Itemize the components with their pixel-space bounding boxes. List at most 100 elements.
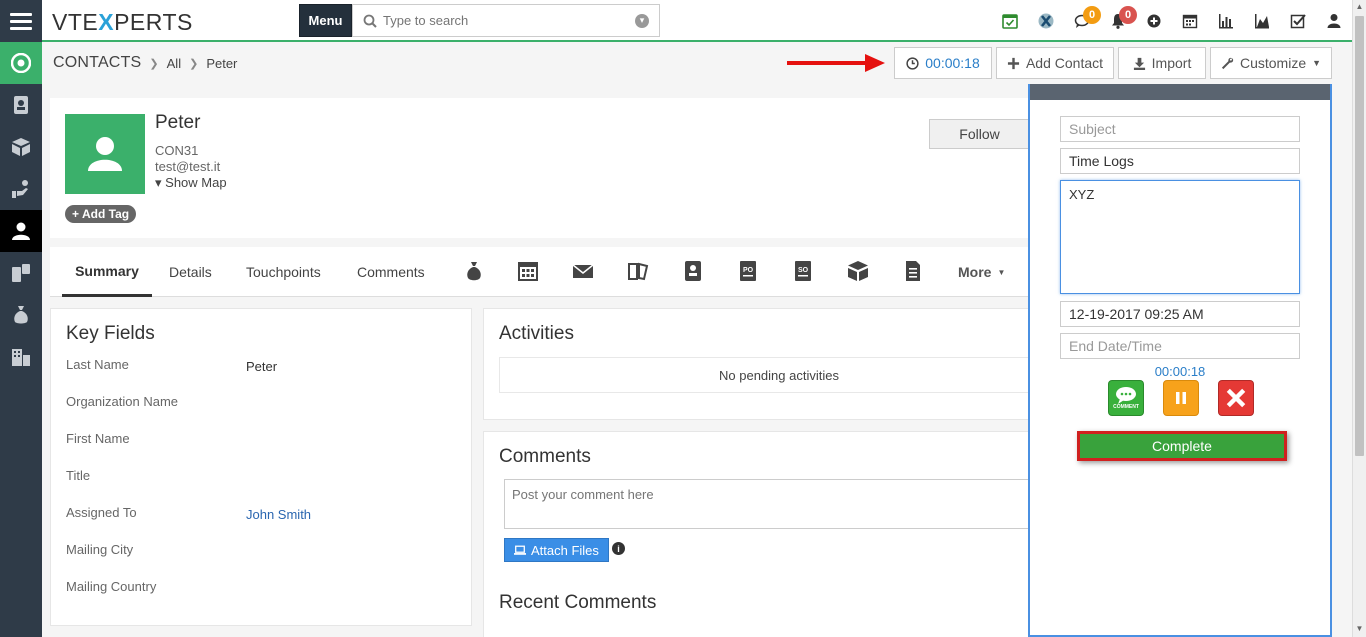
- vtexperts-icon[interactable]: [1028, 0, 1064, 42]
- home-icon[interactable]: [0, 42, 42, 84]
- end-datetime-input[interactable]: [1060, 333, 1300, 359]
- contact-code: CON31: [155, 143, 199, 158]
- envelope-icon[interactable]: [571, 259, 595, 283]
- scroll-up-icon[interactable]: ▲: [1353, 0, 1366, 14]
- show-map-link[interactable]: ▾ Show Map: [155, 175, 227, 191]
- field-label: Title: [66, 468, 91, 483]
- support-hand-icon[interactable]: [0, 168, 42, 210]
- breadcrumb-filter[interactable]: All: [167, 56, 181, 71]
- bell-icon[interactable]: 0: [1100, 0, 1137, 42]
- projects-icon[interactable]: [0, 252, 42, 294]
- start-datetime-input[interactable]: [1060, 301, 1300, 327]
- subject-input[interactable]: [1060, 116, 1300, 142]
- chevron-right-icon: ❯: [149, 57, 159, 70]
- breadcrumb-record: Peter: [206, 55, 238, 71]
- search-icon: [363, 14, 377, 28]
- time-log-panel-header: [1030, 84, 1330, 100]
- contact-person-icon[interactable]: [0, 210, 42, 252]
- download-icon: [1133, 57, 1145, 70]
- breadcrumb: CONTACTS ❯ All ❯ Peter: [53, 54, 237, 72]
- field-label: Organization Name: [66, 394, 178, 409]
- add-contact-button[interactable]: Add Contact: [996, 47, 1114, 79]
- left-sidebar: [0, 0, 42, 637]
- field-label: Assigned To: [66, 505, 137, 520]
- wrench-icon: [1221, 57, 1234, 69]
- description-textarea[interactable]: XYZ: [1060, 180, 1300, 294]
- scroll-down-icon[interactable]: ▼: [1353, 622, 1366, 636]
- caret-down-icon: ▼: [997, 267, 1006, 277]
- checkbox-icon[interactable]: [1280, 0, 1316, 42]
- plus-icon: +: [72, 207, 80, 221]
- hamburger-menu-icon[interactable]: [0, 0, 42, 42]
- breadcrumb-module[interactable]: CONTACTS: [53, 54, 141, 72]
- scroll-thumb[interactable]: [1355, 16, 1364, 456]
- inventory-box-icon[interactable]: [0, 126, 42, 168]
- no-activities-message: No pending activities: [499, 357, 1059, 393]
- tickets-icon[interactable]: [626, 259, 650, 283]
- search-dropdown-icon[interactable]: ▾: [635, 13, 649, 28]
- sales-order-icon[interactable]: SO: [791, 259, 815, 283]
- time-log-panel: XYZ 00:00:18 COMMENT Complete: [1028, 84, 1332, 637]
- complete-button[interactable]: Complete: [1077, 431, 1287, 461]
- customize-dropdown-button[interactable]: Customize ▼: [1210, 47, 1332, 79]
- organization-building-icon[interactable]: [0, 336, 42, 378]
- plus-icon: [1007, 57, 1020, 69]
- add-tag-button[interactable]: + Add Tag: [65, 205, 137, 223]
- menu-button[interactable]: Menu: [299, 4, 352, 37]
- tab-comments[interactable]: Comments: [357, 247, 425, 297]
- pause-icon: [1176, 392, 1186, 404]
- field-label: First Name: [66, 431, 130, 446]
- last-name-value[interactable]: Peter: [246, 359, 277, 374]
- key-fields-title: Key Fields: [66, 323, 155, 344]
- follow-button[interactable]: Follow: [929, 119, 1030, 149]
- contact-book-icon[interactable]: [681, 259, 705, 283]
- time-log-timer: 00:00:18: [1154, 364, 1206, 379]
- money-bag-icon[interactable]: [462, 259, 486, 283]
- chevron-right-icon: ❯: [189, 57, 199, 70]
- key-fields-panel: Key Fields Last Name Peter Organization …: [50, 308, 472, 626]
- comment-button[interactable]: COMMENT: [1108, 380, 1144, 416]
- time-log-timer-button[interactable]: 00:00:18: [894, 47, 992, 79]
- pause-button[interactable]: [1163, 380, 1199, 416]
- user-icon[interactable]: [1316, 0, 1352, 42]
- page-scrollbar[interactable]: ▲ ▼: [1352, 0, 1366, 637]
- search-input[interactable]: [383, 13, 635, 28]
- global-search[interactable]: ▾: [352, 4, 660, 37]
- field-label: Mailing Country: [66, 579, 157, 594]
- area-chart-icon[interactable]: [1244, 0, 1280, 42]
- clock-icon: [906, 56, 919, 70]
- tab-summary[interactable]: Summary: [62, 247, 152, 297]
- svg-text:PO: PO: [743, 267, 754, 274]
- calendar-check-icon[interactable]: [992, 0, 1028, 42]
- chat-icon[interactable]: 0: [1064, 0, 1101, 42]
- assigned-to-value[interactable]: John Smith: [246, 507, 311, 522]
- comments-title: Comments: [499, 446, 591, 467]
- calendar-icon[interactable]: [1172, 0, 1208, 42]
- cancel-button[interactable]: [1218, 380, 1254, 416]
- document-icon[interactable]: [901, 259, 925, 283]
- chat-count-badge: 0: [1083, 6, 1101, 24]
- calendar-tab-icon[interactable]: [516, 259, 540, 283]
- comment-input[interactable]: [504, 479, 1064, 529]
- caret-down-icon: ▼: [1312, 58, 1322, 68]
- laptop-icon: [514, 545, 526, 555]
- tab-touchpoints[interactable]: Touchpoints: [246, 247, 321, 297]
- svg-text:SO: SO: [798, 267, 809, 274]
- contacts-book-icon[interactable]: [0, 84, 42, 126]
- tab-more-dropdown[interactable]: More ▼: [958, 247, 1005, 297]
- record-tabs: Summary Details Touchpoints Comments PO …: [50, 247, 1030, 297]
- info-icon[interactable]: i: [612, 542, 625, 555]
- plus-circle-icon[interactable]: [1136, 0, 1172, 42]
- close-icon: [1226, 388, 1246, 408]
- related-module-input[interactable]: [1060, 148, 1300, 174]
- contact-email[interactable]: test@test.it: [155, 159, 220, 174]
- tab-details[interactable]: Details: [169, 247, 212, 297]
- attach-files-button[interactable]: Attach Files: [504, 538, 609, 562]
- activities-panel: Activities No pending activities: [483, 308, 1059, 420]
- bar-chart-icon[interactable]: [1208, 0, 1244, 42]
- purchase-order-icon[interactable]: PO: [736, 259, 760, 283]
- recent-comments-title: Recent Comments: [499, 592, 657, 613]
- import-button[interactable]: Import: [1118, 47, 1206, 79]
- money-bag-icon[interactable]: [0, 294, 42, 336]
- products-box-icon[interactable]: [846, 259, 870, 283]
